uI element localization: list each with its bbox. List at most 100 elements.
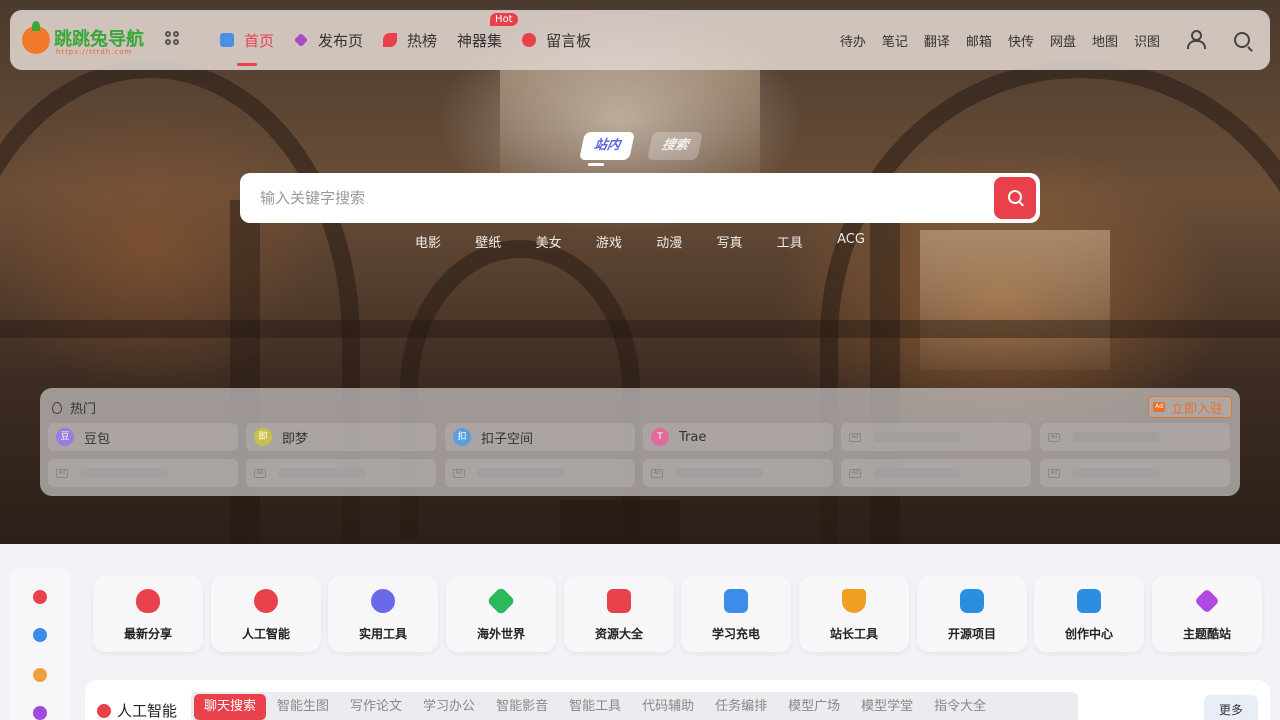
link-translate[interactable]: 翻译 xyxy=(924,31,950,50)
ad-placeholder xyxy=(1072,432,1160,442)
ad-placeholder xyxy=(873,468,961,478)
section-title: 人工智能 xyxy=(97,700,177,720)
main-nav: 首页 发布页 热榜 神器集 Hot 留言板 xyxy=(220,10,611,70)
hot-item-kouzi[interactable]: 扣 扣子空间 xyxy=(445,423,635,451)
handshake-icon xyxy=(960,589,984,613)
quick-link-wallpaper[interactable]: 壁纸 xyxy=(475,232,501,256)
hot-item-trae[interactable]: T Trae xyxy=(643,423,833,451)
plane-icon xyxy=(486,586,516,616)
nav-label: 首页 xyxy=(244,31,275,50)
category-resources[interactable]: 资源大全 xyxy=(564,576,674,652)
category-webmaster[interactable]: 站长工具 xyxy=(799,576,909,652)
quick-link-photo[interactable]: 写真 xyxy=(716,232,742,256)
tab-media[interactable]: 智能影音 xyxy=(486,694,558,720)
hot-ad-slot[interactable]: Ad xyxy=(643,459,833,487)
quick-link-game[interactable]: 游戏 xyxy=(596,232,622,256)
ai-icon[interactable] xyxy=(33,590,47,604)
quick-link-acg[interactable]: ACG xyxy=(837,232,865,256)
hot-ad-slot[interactable]: Ad xyxy=(1040,423,1230,451)
ad-tag: Ad xyxy=(453,468,465,478)
tab-ai-tools[interactable]: 智能工具 xyxy=(559,694,631,720)
nav-label: 发布页 xyxy=(318,31,364,50)
link-notes[interactable]: 笔记 xyxy=(882,31,908,50)
hot-ad-slot[interactable]: Ad xyxy=(246,459,436,487)
tab-model-school[interactable]: 模型学堂 xyxy=(851,694,923,720)
telegram-icon[interactable] xyxy=(33,628,47,642)
tab-code[interactable]: 代码辅助 xyxy=(632,694,704,720)
tab-image-gen[interactable]: 智能生图 xyxy=(267,694,339,720)
site-logo[interactable]: 跳跳兔导航 https://tttdh.com xyxy=(22,21,154,58)
ad-tag: Ad xyxy=(849,468,861,478)
tab-writing[interactable]: 写作论文 xyxy=(340,694,412,720)
gear-icon xyxy=(371,589,395,613)
link-todo[interactable]: 待办 xyxy=(840,31,866,50)
tab-workflow[interactable]: 任务编排 xyxy=(705,694,777,720)
diamond-icon xyxy=(294,33,308,47)
search-tab-web[interactable]: 搜索 xyxy=(647,132,703,160)
ai-icon xyxy=(254,589,278,613)
nav-publish[interactable]: 发布页 xyxy=(294,10,363,70)
nav-guestbook[interactable]: 留言板 xyxy=(522,10,591,70)
join-button[interactable]: Ad 立即入驻 xyxy=(1147,396,1232,418)
category-label: 主题酷站 xyxy=(1182,627,1231,641)
nav-label: 留言板 xyxy=(546,31,592,50)
hot-ad-slot[interactable]: Ad xyxy=(1040,459,1230,487)
category-overseas[interactable]: 海外世界 xyxy=(446,576,556,652)
more-button[interactable]: 更多 xyxy=(1204,695,1258,720)
link-transfer[interactable]: 快传 xyxy=(1008,31,1034,50)
hot-badge: Hot xyxy=(490,13,518,26)
ad-placeholder xyxy=(675,468,763,478)
ai-icon xyxy=(97,703,111,718)
diamond-icon xyxy=(1194,588,1220,614)
user-icon[interactable] xyxy=(1186,30,1206,49)
nav-hot-list[interactable]: 热榜 xyxy=(383,10,437,70)
tab-prompts[interactable]: 指令大全 xyxy=(924,694,996,720)
hot-item-jimeng[interactable]: 即 即梦 xyxy=(246,423,436,451)
side-rail xyxy=(10,568,70,720)
bear-icon[interactable] xyxy=(33,668,47,682)
category-latest[interactable]: 最新分享 xyxy=(93,576,203,652)
category-creation[interactable]: 创作中心 xyxy=(1034,576,1144,652)
search-tab-site[interactable]: 站内 xyxy=(579,132,635,160)
nav-tools[interactable]: 神器集 Hot xyxy=(457,10,518,70)
link-mail[interactable]: 邮箱 xyxy=(966,31,992,50)
category-ai[interactable]: 人工智能 xyxy=(211,576,321,652)
ai-section: 人工智能 聊天搜索 智能生图 写作论文 学习办公 智能影音 智能工具 代码辅助 … xyxy=(85,680,1270,720)
search-box xyxy=(240,173,1040,223)
ad-placeholder xyxy=(873,432,961,442)
hot-ad-slot[interactable]: Ad xyxy=(445,459,635,487)
hot-ad-slot[interactable]: Ad xyxy=(841,459,1031,487)
category-themes[interactable]: 主题酷站 xyxy=(1152,576,1262,652)
quick-link-movie[interactable]: 电影 xyxy=(415,232,441,256)
category-opensource[interactable]: 开源项目 xyxy=(917,576,1027,652)
ad-placeholder xyxy=(1072,468,1160,478)
hot-ad-slot[interactable]: Ad xyxy=(48,459,238,487)
palette-icon[interactable] xyxy=(33,706,47,720)
link-map[interactable]: 地图 xyxy=(1092,31,1118,50)
shield-icon xyxy=(842,589,866,613)
join-label: 立即入驻 xyxy=(1170,401,1223,417)
category-tools[interactable]: 实用工具 xyxy=(328,576,438,652)
quick-link-tools[interactable]: 工具 xyxy=(777,232,803,256)
hot-ad-slot[interactable]: Ad xyxy=(841,423,1031,451)
nav-home[interactable]: 首页 xyxy=(220,10,274,70)
search-input[interactable] xyxy=(260,173,960,223)
apps-grid-icon[interactable] xyxy=(165,31,181,47)
quick-link-anime[interactable]: 动漫 xyxy=(656,232,682,256)
search-icon[interactable] xyxy=(1234,32,1250,48)
ad-tag: Ad xyxy=(1048,432,1060,442)
category-learning[interactable]: 学习充电 xyxy=(681,576,791,652)
search-submit-button[interactable] xyxy=(994,177,1036,219)
book-icon xyxy=(724,589,748,613)
avatar: 扣 xyxy=(453,428,471,446)
link-drive[interactable]: 网盘 xyxy=(1050,31,1076,50)
link-image-search[interactable]: 识图 xyxy=(1134,31,1160,50)
ad-tag: Ad xyxy=(1048,468,1060,478)
quick-link-beauty[interactable]: 美女 xyxy=(536,232,562,256)
tab-office[interactable]: 学习办公 xyxy=(413,694,485,720)
hot-item-doubao[interactable]: 豆 豆包 xyxy=(48,423,238,451)
search-quick-links: 电影 壁纸 美女 游戏 动漫 写真 工具 ACG xyxy=(400,232,880,256)
flame-icon xyxy=(52,401,62,414)
tab-chat-search[interactable]: 聊天搜索 xyxy=(194,694,267,720)
tab-model-plaza[interactable]: 模型广场 xyxy=(778,694,850,720)
